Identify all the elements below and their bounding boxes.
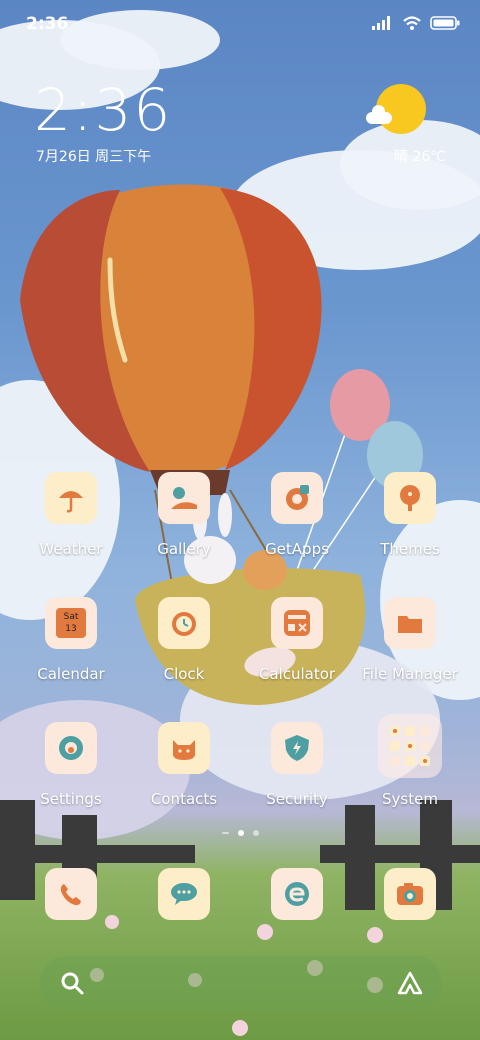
- app-clock[interactable]: Clock: [129, 597, 239, 697]
- weather-icon: [45, 472, 97, 524]
- dock-browser[interactable]: [242, 868, 352, 928]
- app-label: System: [382, 790, 438, 808]
- status-icons: [372, 15, 460, 31]
- clock-icon: [158, 597, 210, 649]
- getapps-icon: [271, 472, 323, 524]
- clock-widget-time[interactable]: 2:36: [34, 78, 172, 142]
- app-settings[interactable]: Settings: [16, 722, 126, 822]
- app-label: Weather: [39, 540, 103, 558]
- app-label: Clock: [163, 665, 205, 683]
- camera-icon: [384, 868, 436, 920]
- app-calculator[interactable]: Calculator: [242, 597, 352, 697]
- dock-messages[interactable]: [129, 868, 239, 928]
- clock-widget-date[interactable]: 7月26日 周三下午: [36, 146, 151, 166]
- themes-icon: [384, 472, 436, 524]
- calendar-day: Sat: [63, 612, 79, 622]
- app-label: Contacts: [150, 790, 218, 808]
- app-label: Calculator: [258, 665, 336, 683]
- dock-phone[interactable]: [16, 868, 126, 928]
- app-label: File Manager: [362, 665, 458, 683]
- app-themes[interactable]: Themes: [355, 472, 465, 572]
- app-label: Security: [266, 790, 328, 808]
- weather-widget[interactable]: 晴 26℃: [366, 84, 446, 170]
- app-label: Themes: [380, 540, 440, 558]
- settings-icon: [45, 722, 97, 774]
- app-weather[interactable]: Weather: [16, 472, 126, 572]
- page-dot-active[interactable]: [237, 830, 244, 836]
- security-icon: [271, 722, 323, 774]
- file-manager-icon: [384, 597, 436, 649]
- phone-icon: [45, 868, 97, 920]
- search-bar[interactable]: [40, 956, 442, 1010]
- status-bar: 2:36: [0, 0, 480, 50]
- gallery-icon: [158, 472, 210, 524]
- contacts-icon: [158, 722, 210, 774]
- page-dot-minus-one[interactable]: [221, 832, 229, 834]
- system-folder-icon: [378, 714, 442, 778]
- app-calendar[interactable]: Sat 13 Calendar: [16, 597, 126, 697]
- calendar-date: 13: [65, 624, 77, 634]
- signal-icon: [372, 16, 390, 30]
- app-getapps[interactable]: GetApps: [242, 472, 352, 572]
- assistant-icon[interactable]: [396, 970, 424, 996]
- messages-icon: [158, 868, 210, 920]
- dock-camera[interactable]: [355, 868, 465, 928]
- app-label: Calendar: [37, 665, 105, 683]
- app-label: GetApps: [265, 540, 329, 558]
- app-system-folder[interactable]: System: [355, 714, 465, 822]
- status-time: 2:36: [26, 14, 69, 34]
- weather-widget-text: 晴 26℃: [394, 149, 446, 165]
- app-contacts[interactable]: Contacts: [129, 722, 239, 822]
- calendar-icon: Sat 13: [45, 597, 97, 649]
- search-icon: [61, 972, 84, 995]
- battery-icon: [430, 16, 460, 30]
- browser-icon: [271, 868, 323, 920]
- app-gallery[interactable]: Gallery: [129, 472, 239, 572]
- app-label: Settings: [40, 790, 102, 808]
- page-indicator[interactable]: [0, 830, 480, 836]
- app-label: Gallery: [157, 540, 211, 558]
- page-dot[interactable]: [252, 830, 259, 836]
- app-security[interactable]: Security: [242, 722, 352, 822]
- wifi-icon: [403, 16, 421, 30]
- cloud-icon: [366, 105, 392, 124]
- calculator-icon: [271, 597, 323, 649]
- app-file-manager[interactable]: File Manager: [355, 597, 465, 697]
